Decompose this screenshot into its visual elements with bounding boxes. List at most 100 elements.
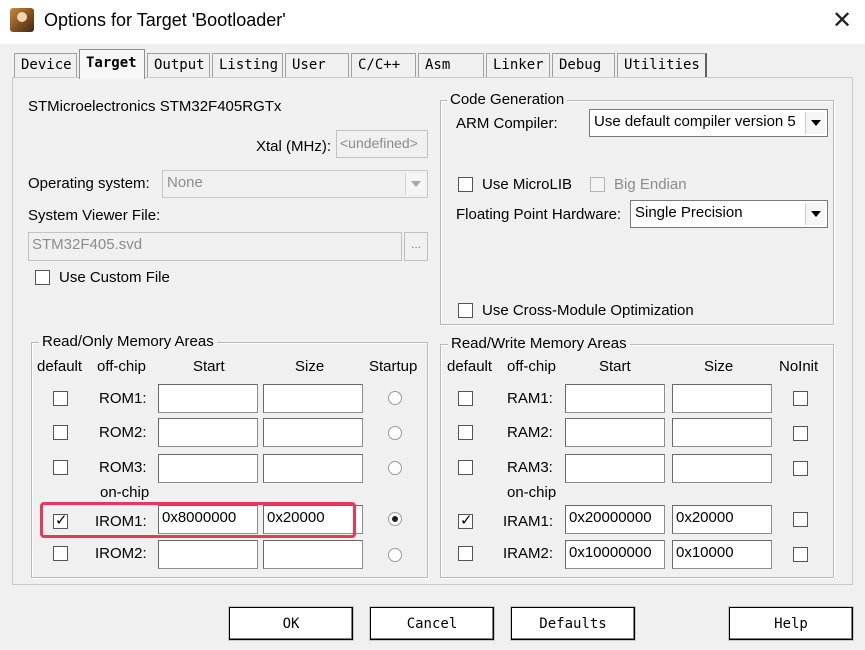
rom2-start-field[interactable] xyxy=(158,418,258,447)
chevron-down-icon xyxy=(805,203,825,225)
rom1-start-field[interactable] xyxy=(158,384,258,413)
ram1-noinit-checkbox[interactable] xyxy=(793,391,808,406)
help-button[interactable]: Help xyxy=(728,606,854,641)
tab-debug[interactable]: Debug xyxy=(552,53,615,77)
os-select[interactable]: None xyxy=(162,170,428,198)
rom-onchip-label: on-chip xyxy=(100,484,150,501)
custom-file-checkbox[interactable] xyxy=(35,270,50,285)
iram1-label: IRAM1: xyxy=(503,513,554,530)
ram1-size-field[interactable] xyxy=(672,384,772,413)
iram2-label: IRAM2: xyxy=(503,545,554,562)
cross-module-label: Use Cross-Module Optimization xyxy=(482,302,694,319)
rom-header-size: Size xyxy=(295,358,325,375)
device-name: STMicroelectronics STM32F405RGTx xyxy=(28,98,282,115)
cross-module-checkbox[interactable] xyxy=(458,303,473,318)
fpu-select-value: Single Precision xyxy=(635,204,743,221)
ram-header-offchip: off-chip xyxy=(507,358,556,375)
irom2-start-field[interactable] xyxy=(158,540,258,569)
custom-file-label: Use Custom File xyxy=(59,269,170,286)
rom-header-offchip: off-chip xyxy=(97,358,146,375)
rom-areas-title: Read/Only Memory Areas xyxy=(39,333,217,350)
ram3-start-field[interactable] xyxy=(565,454,665,483)
iram1-default-checkbox[interactable]: ✓ xyxy=(458,512,473,529)
tab-asm[interactable]: Asm xyxy=(418,53,484,77)
rom2-startup-radio[interactable] xyxy=(388,426,402,440)
irom2-label: IROM2: xyxy=(95,545,147,562)
rom2-default-checkbox[interactable] xyxy=(53,425,68,440)
compiler-select-value: Use default compiler version 5 xyxy=(594,113,796,130)
iram2-default-checkbox[interactable] xyxy=(458,546,473,561)
big-endian-label: Big Endian xyxy=(614,176,687,193)
ram3-size-field[interactable] xyxy=(672,454,772,483)
microlib-checkbox[interactable] xyxy=(458,177,473,192)
tab-cc[interactable]: C/C++ xyxy=(351,53,416,77)
app-icon xyxy=(10,8,34,32)
rom1-default-checkbox[interactable] xyxy=(53,391,68,406)
close-icon[interactable]: ✕ xyxy=(826,6,858,36)
iram1-size-field[interactable]: 0x20000 xyxy=(672,505,772,534)
big-endian-checkbox[interactable] xyxy=(590,177,605,192)
iram2-noinit-checkbox[interactable] xyxy=(793,547,808,562)
rom1-size-field[interactable] xyxy=(263,384,363,413)
ram1-start-field[interactable] xyxy=(565,384,665,413)
ram1-label: RAM1: xyxy=(507,390,553,407)
cancel-button[interactable]: Cancel xyxy=(369,606,495,641)
fpu-label: Floating Point Hardware: xyxy=(456,206,622,223)
chevron-down-icon xyxy=(405,173,425,195)
rom-header-start: Start xyxy=(193,358,225,375)
fpu-select[interactable]: Single Precision xyxy=(630,200,828,228)
irom2-startup-radio[interactable] xyxy=(388,548,402,562)
defaults-button[interactable]: Defaults xyxy=(510,606,636,641)
tab-linker[interactable]: Linker xyxy=(486,53,550,77)
ram3-noinit-checkbox[interactable] xyxy=(793,461,808,476)
os-label: Operating system: xyxy=(28,175,150,192)
xtal-label: Xtal (MHz): xyxy=(256,138,331,155)
compiler-select[interactable]: Use default compiler version 5 xyxy=(589,109,828,137)
ram-onchip-label: on-chip xyxy=(507,484,557,501)
ram2-size-field[interactable] xyxy=(672,418,772,447)
ram2-noinit-checkbox[interactable] xyxy=(793,426,808,441)
ram1-default-checkbox[interactable] xyxy=(458,391,473,406)
compiler-label: ARM Compiler: xyxy=(456,115,558,132)
iram2-start-field[interactable]: 0x10000000 xyxy=(565,540,665,569)
tab-device[interactable]: Device xyxy=(14,53,77,77)
iram1-start-field[interactable]: 0x20000000 xyxy=(565,505,665,534)
tab-user[interactable]: User xyxy=(285,53,349,77)
irom2-size-field[interactable] xyxy=(263,540,363,569)
iram1-noinit-checkbox[interactable] xyxy=(793,512,808,527)
rom2-size-field[interactable] xyxy=(263,418,363,447)
ram-header-start: Start xyxy=(599,358,631,375)
svd-field[interactable]: STM32F405.svd xyxy=(28,232,402,261)
ram2-label: RAM2: xyxy=(507,424,553,441)
ok-button[interactable]: OK xyxy=(228,606,354,641)
ram2-start-field[interactable] xyxy=(565,418,665,447)
window-title: Options for Target 'Bootloader' xyxy=(44,10,286,30)
tab-listing[interactable]: Listing xyxy=(212,53,283,77)
chevron-down-icon xyxy=(805,112,825,134)
ram-header-noinit: NoInit xyxy=(779,358,819,375)
rom3-size-field[interactable] xyxy=(263,454,363,483)
ram3-default-checkbox[interactable] xyxy=(458,460,473,475)
tab-output[interactable]: Output xyxy=(147,53,210,77)
iram2-size-field[interactable]: 0x10000 xyxy=(672,540,772,569)
rom3-start-field[interactable] xyxy=(158,454,258,483)
ram3-label: RAM3: xyxy=(507,459,553,476)
rom1-startup-radio[interactable] xyxy=(388,391,402,405)
xtal-field[interactable]: <undefined> xyxy=(336,130,428,158)
rom3-default-checkbox[interactable] xyxy=(53,460,68,475)
rom2-label: ROM2: xyxy=(99,424,147,441)
ram-header-default: default xyxy=(447,358,493,375)
rom-header-default: default xyxy=(37,358,83,375)
svd-label: System Viewer File: xyxy=(28,207,161,224)
rom3-startup-radio[interactable] xyxy=(388,461,402,475)
irom1-startup-radio[interactable] xyxy=(388,512,402,526)
os-select-value: None xyxy=(167,174,203,191)
tab-target[interactable]: Target xyxy=(79,49,145,79)
ram2-default-checkbox[interactable] xyxy=(458,425,473,440)
rom3-label: ROM3: xyxy=(99,459,147,476)
ram-header-size: Size xyxy=(704,358,734,375)
rom1-label: ROM1: xyxy=(99,390,147,407)
irom2-default-checkbox[interactable] xyxy=(53,546,68,561)
svd-browse-button[interactable]: ... xyxy=(404,232,428,261)
tab-utilities[interactable]: Utilities xyxy=(617,53,707,77)
